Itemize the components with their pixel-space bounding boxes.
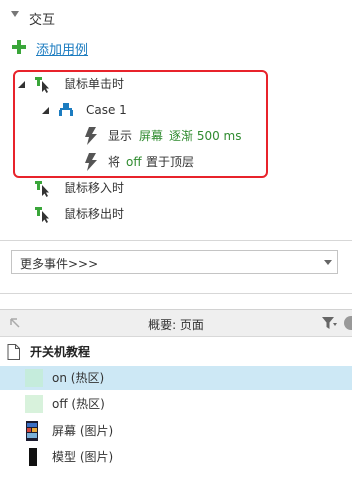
panel-title: 概要: 页面 [148, 318, 204, 332]
outline-item[interactable]: 屏幕 (图片) [0, 419, 352, 443]
collapse-arrow-icon[interactable] [11, 11, 19, 17]
event-row-mouseenter[interactable]: 鼠标移入时 [0, 176, 270, 200]
event-label: 鼠标移入时 [64, 181, 125, 195]
outline-item-label: on (热区) [52, 371, 105, 385]
plus-icon[interactable] [12, 40, 26, 54]
hotspot-icon [25, 369, 43, 387]
chevron-down-icon [324, 260, 332, 265]
filter-icon[interactable] [322, 317, 338, 330]
event-row-mouseleave[interactable]: 鼠标移出时 [0, 202, 270, 226]
image-thumbnail-icon [26, 421, 38, 441]
page-icon [7, 344, 20, 360]
outline-item-label: off (热区) [52, 397, 105, 411]
interactions-header[interactable]: 交互 [0, 0, 352, 34]
outline-item-label: 模型 (图片) [52, 450, 114, 464]
highlight-box [13, 70, 268, 178]
event-cursor-icon [35, 181, 49, 197]
section-title: 交互 [29, 13, 56, 28]
event-label: 鼠标移出时 [64, 207, 125, 221]
outline-item[interactable]: 模型 (图片) [0, 445, 352, 469]
outline-panel-header: 概要: 页面 [0, 309, 352, 337]
divider [0, 240, 352, 241]
outline-item[interactable]: on (热区) [0, 366, 352, 390]
phone-model-icon [29, 448, 37, 466]
page-name: 开关机教程 [30, 345, 91, 359]
hotspot-icon [25, 395, 43, 413]
divider [0, 293, 352, 294]
scroll-handle[interactable] [344, 316, 352, 330]
page-row[interactable]: 开关机教程 [0, 340, 352, 364]
event-cursor-icon [35, 207, 49, 223]
add-case-link[interactable]: 添加用例 [36, 39, 88, 58]
outline-item-label: 屏幕 (图片) [52, 424, 114, 438]
outline-item[interactable]: off (热区) [0, 392, 352, 416]
more-events-dropdown[interactable]: 更多事件>>> [11, 250, 338, 274]
dropdown-value: 更多事件>>> [20, 257, 99, 271]
